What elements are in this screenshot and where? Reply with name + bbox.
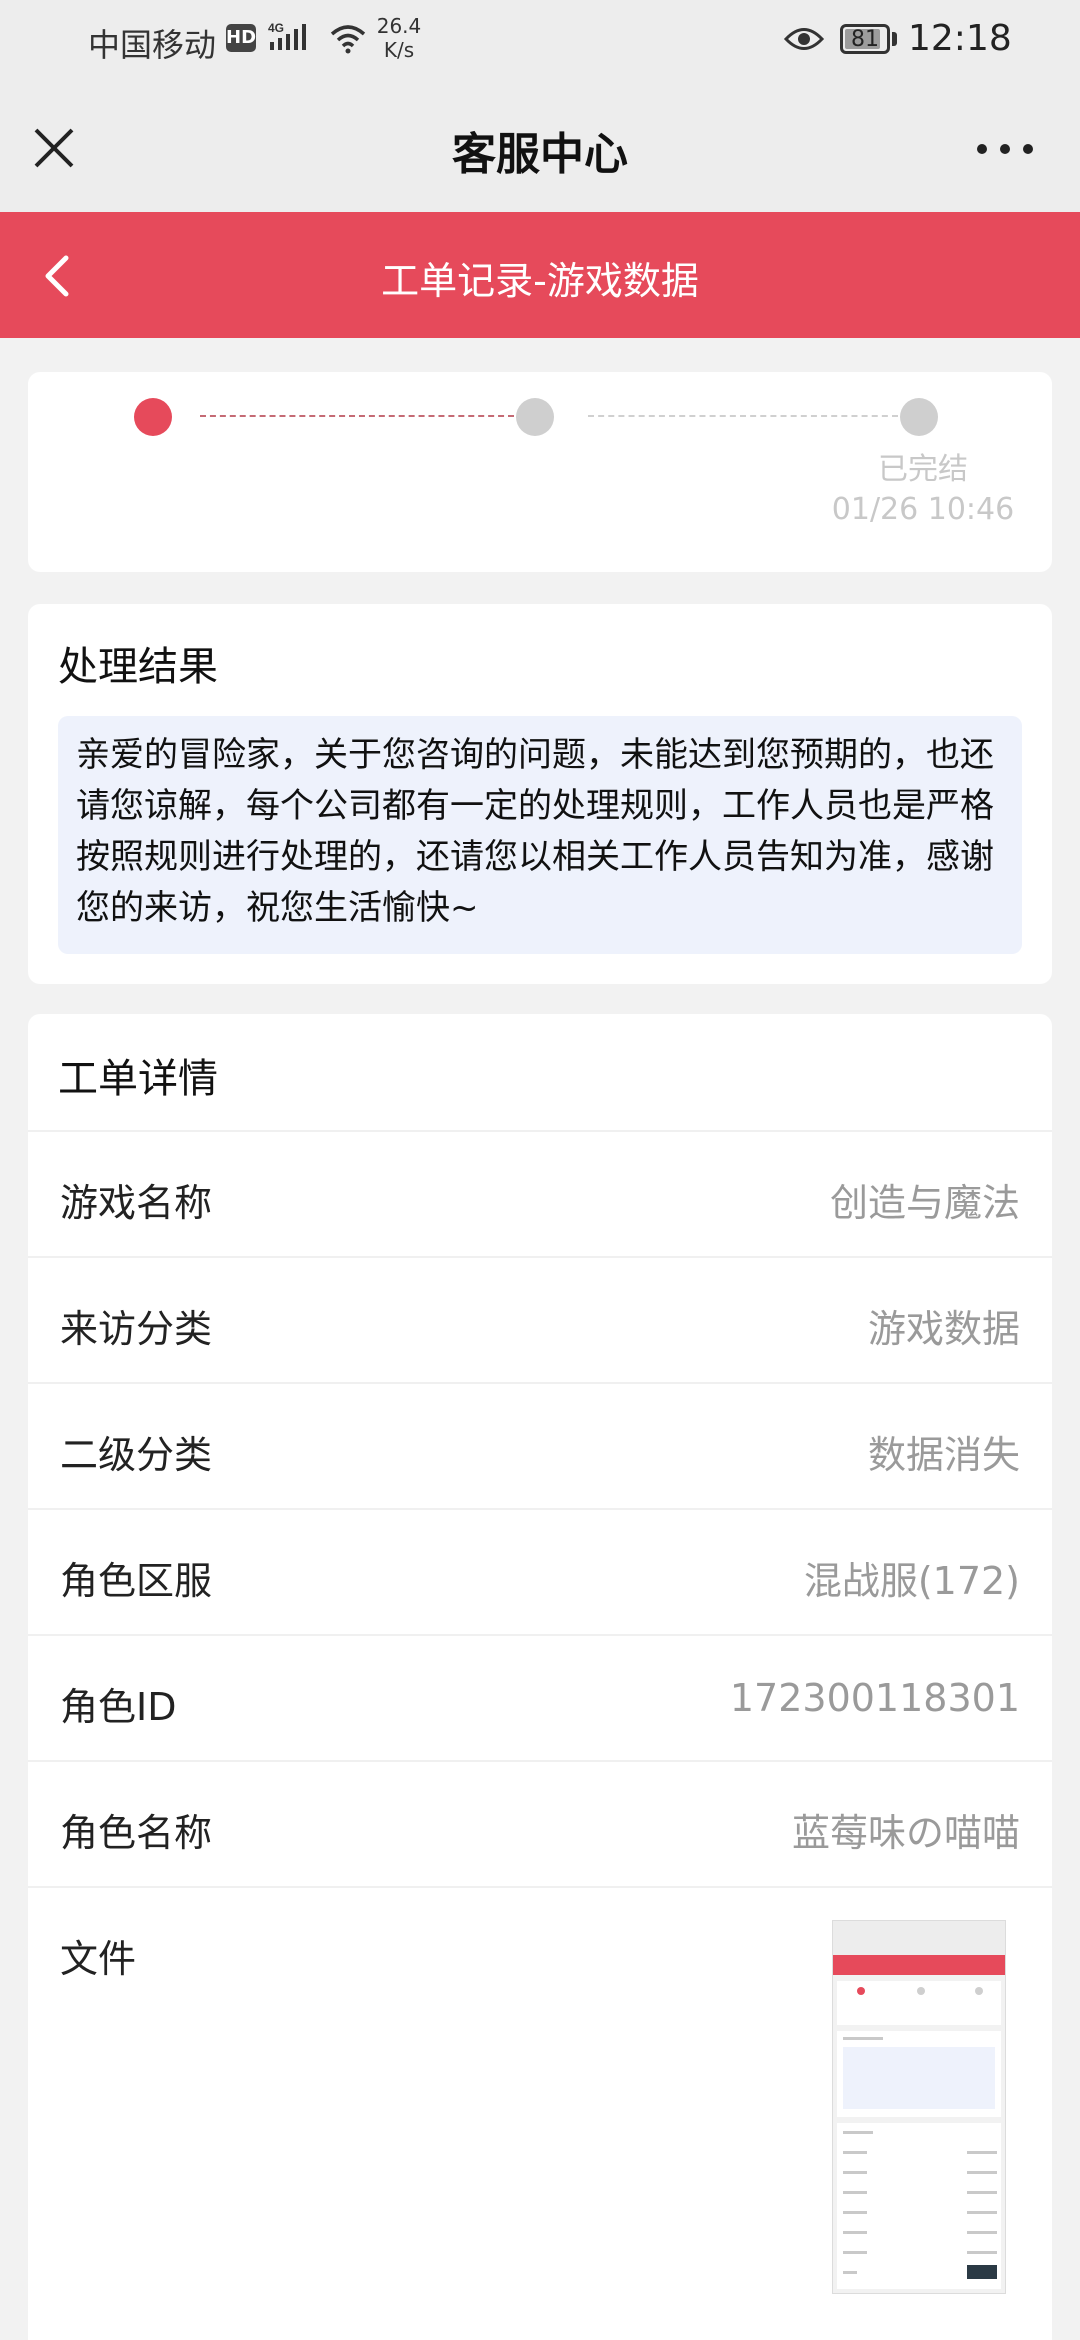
progress-card: 已完结 01/26 10:46: [28, 372, 1052, 572]
signal-icon: 4G: [268, 21, 306, 50]
svg-text:4G: 4G: [268, 21, 284, 35]
step-dot-3: [900, 398, 938, 436]
file-thumbnail[interactable]: [832, 1920, 1006, 2294]
page-title: 工单记录-游戏数据: [381, 259, 699, 303]
title-bar: 客服中心: [0, 84, 1080, 212]
step-final-time: 01/26 10:46: [831, 492, 1015, 527]
result-card: 处理结果 亲爱的冒险家，关于您咨询的问题，未能达到您预期的，也还请您谅解，每个公…: [28, 604, 1052, 984]
row-label: 来访分类: [60, 1307, 213, 1351]
row-value: 172300118301: [729, 1676, 1020, 1720]
step-final-label: 已完结: [878, 452, 968, 487]
battery-level: 81: [851, 27, 879, 52]
ticket-details-card: 工单详情 游戏名称 创造与魔法 来访分类 游戏数据 二级分类 数据消失 角色区服…: [28, 1014, 1052, 2340]
details-title: 工单详情: [58, 1056, 218, 1102]
detail-row-server: 角色区服 混战服(172): [28, 1508, 1052, 1634]
network-speed-unit: K/s: [383, 38, 415, 62]
step-connector-2: [588, 415, 898, 417]
detail-row-file: 文件: [28, 1886, 1052, 2340]
row-label: 角色ID: [60, 1685, 177, 1729]
row-label: 角色名称: [60, 1811, 213, 1855]
more-icon[interactable]: [970, 134, 1040, 164]
detail-row-sub-category: 二级分类 数据消失: [28, 1382, 1052, 1508]
file-label: 文件: [60, 1937, 137, 1981]
battery-icon: 81: [840, 24, 890, 54]
result-text: 亲爱的冒险家，关于您咨询的问题，未能达到您预期的，也还请您谅解，每个公司都有一定…: [58, 716, 1022, 954]
hd-badge: HD: [226, 24, 256, 52]
wifi-icon: [330, 25, 366, 54]
row-label: 二级分类: [60, 1433, 213, 1477]
detail-row-role-name: 角色名称 蓝莓味の喵喵: [28, 1760, 1052, 1886]
clock: 12:18: [908, 18, 1012, 59]
network-speed-value: 26.4: [376, 14, 422, 38]
result-title: 处理结果: [58, 644, 218, 690]
step-connector-1: [200, 415, 514, 417]
app-title: 客服中心: [452, 129, 628, 180]
network-speed: 26.4 K/s: [374, 14, 424, 62]
row-value: 混战服(172): [803, 1559, 1020, 1603]
row-value: 游戏数据: [867, 1307, 1020, 1351]
step-dot-1: [134, 398, 172, 436]
detail-row-game-name: 游戏名称 创造与魔法: [28, 1130, 1052, 1256]
detail-row-visit-category: 来访分类 游戏数据: [28, 1256, 1052, 1382]
step-dot-2: [516, 398, 554, 436]
row-label: 游戏名称: [60, 1181, 213, 1225]
row-value: 创造与魔法: [829, 1181, 1020, 1225]
page-header: 工单记录-游戏数据: [0, 212, 1080, 338]
row-label: 角色区服: [60, 1559, 213, 1603]
detail-row-role-id: 角色ID 172300118301: [28, 1634, 1052, 1760]
status-bar: 中国移动 HD 4G 26.4 K/s 81 12:18: [0, 0, 1080, 84]
row-value: 蓝莓味の喵喵: [791, 1811, 1020, 1855]
eye-comfort-icon: [784, 28, 824, 50]
carrier-name: 中国移动: [88, 26, 217, 64]
row-value: 数据消失: [867, 1433, 1020, 1477]
